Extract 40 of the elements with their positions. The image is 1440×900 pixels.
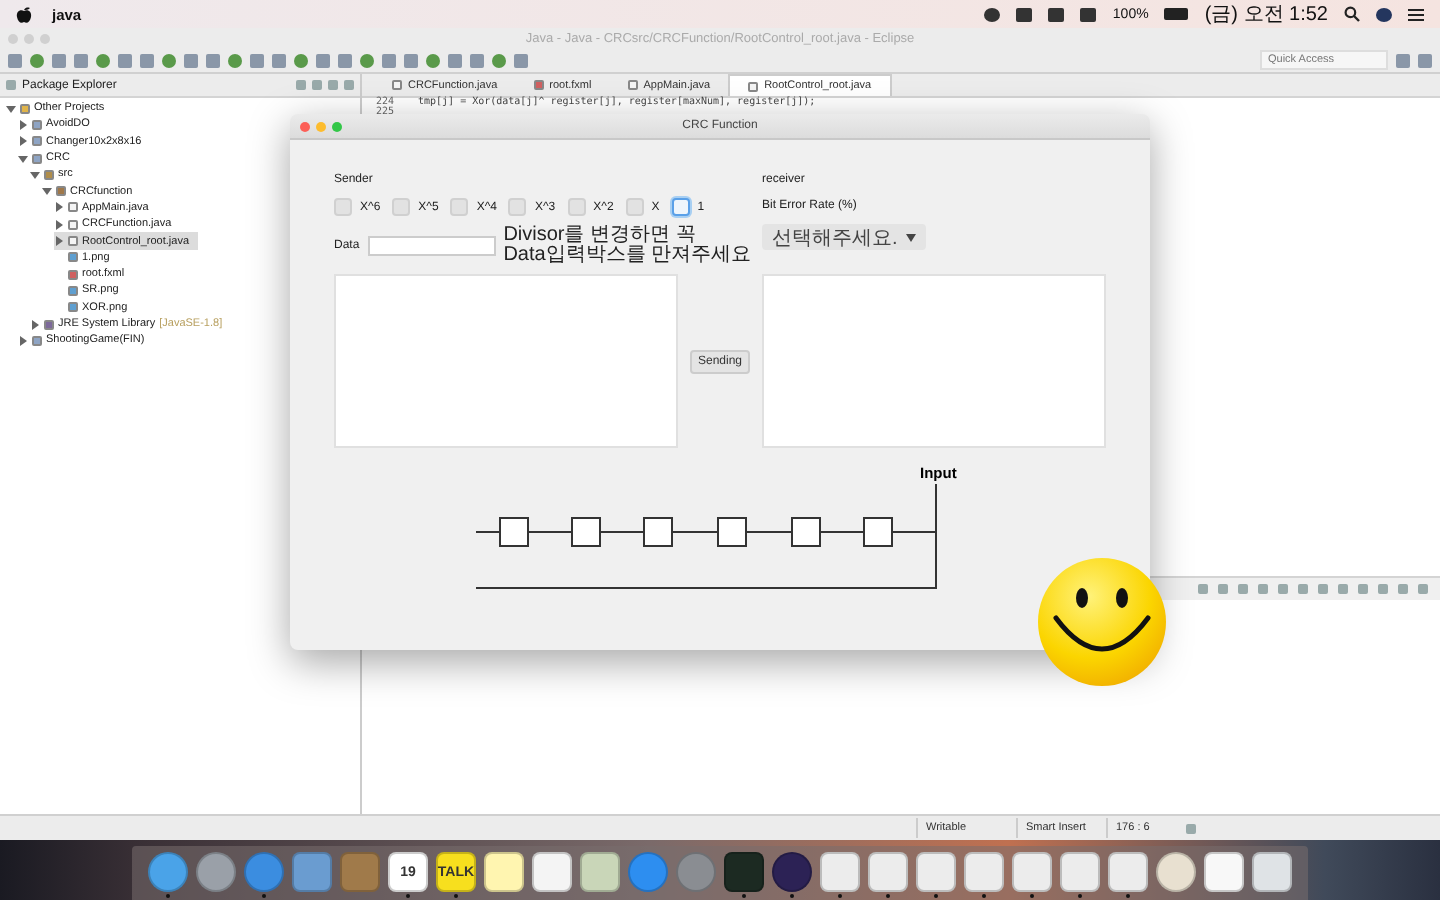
checkbox[interactable] [334,198,352,216]
running-indicator [454,894,458,898]
clock[interactable]: (금) 오전 1:52 [1204,0,1328,28]
running-indicator [838,894,842,898]
file-icon [68,269,78,280]
running-indicator [406,894,410,898]
sender-text-area[interactable] [334,274,678,448]
window-controls-icon[interactable] [8,33,50,43]
data-input-field[interactable] [367,236,496,256]
running-indicator [886,894,890,898]
checkbox[interactable] [508,198,527,216]
smiley-face-icon [1036,556,1168,688]
running-indicator [934,894,938,898]
apple-logo-icon[interactable] [16,5,32,23]
hint-text: Divisor를 변경하면 꼭 [503,226,696,246]
hint-text: Data입력박스를 만져주세요 [503,246,752,266]
library-icon [44,319,54,329]
checkbox[interactable] [450,198,469,216]
battery-icon[interactable] [1164,8,1189,20]
checkbox[interactable] [671,198,690,216]
running-indicator [1078,894,1082,898]
error-rate-dropdown[interactable]: 선택해주세요. [762,224,926,250]
running-indicator [1126,894,1130,898]
running-indicator [262,894,266,898]
receiver-text-area[interactable] [762,274,1106,448]
running-indicator [1030,894,1034,898]
running-indicator [982,894,986,898]
caret-icon [906,233,916,241]
image-file-icon [68,252,78,263]
folder-icon [20,103,30,114]
checkbox[interactable] [567,198,586,216]
running-indicator [166,894,170,898]
search-icon[interactable] [1344,6,1360,22]
window-controls-icon[interactable] [300,121,342,131]
file-icon [32,335,42,346]
expanded-arrow-icon[interactable] [6,103,16,114]
running-indicator [742,894,746,898]
checkbox[interactable] [392,198,411,216]
checkbox[interactable] [625,198,644,216]
running-indicator [790,894,794,898]
